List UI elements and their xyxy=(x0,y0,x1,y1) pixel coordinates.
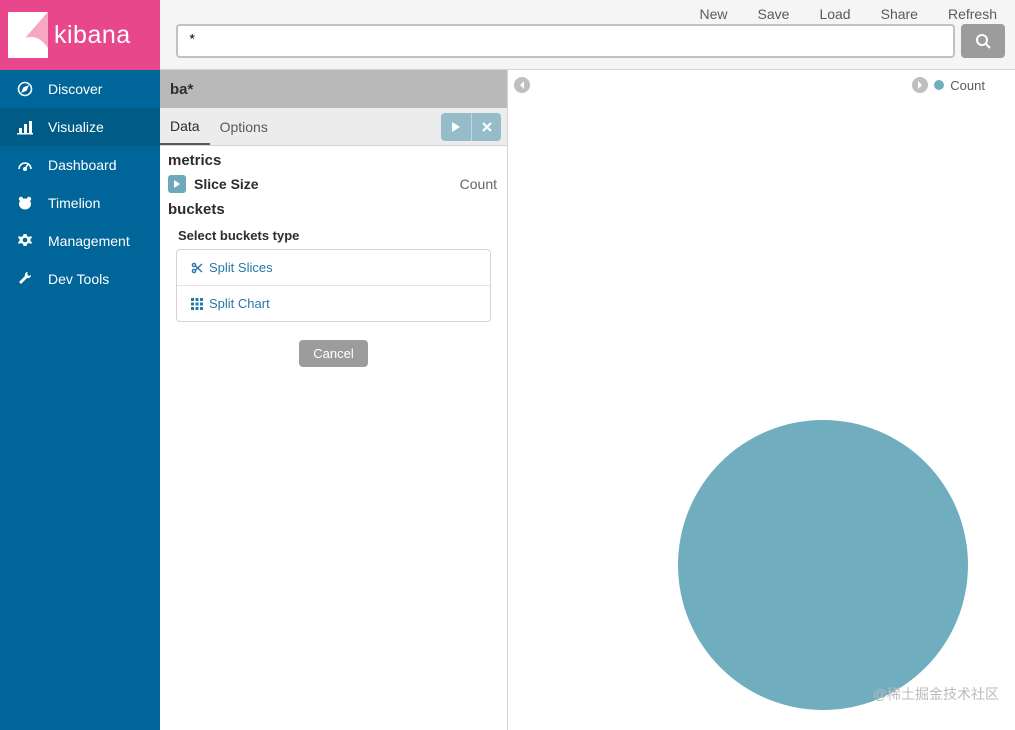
legend-label[interactable]: Count xyxy=(950,78,985,93)
nav-item-devtools[interactable]: Dev Tools xyxy=(0,260,160,298)
nav-label: Dashboard xyxy=(48,157,117,173)
collapse-legend-button[interactable] xyxy=(912,77,928,93)
nav-label: Visualize xyxy=(48,119,104,135)
visualization-area: Count @稀土掘金技术社区 xyxy=(508,70,1015,730)
search-input[interactable] xyxy=(188,33,943,49)
chevron-right-icon xyxy=(916,81,924,89)
watermark: @稀土掘金技术社区 xyxy=(873,684,999,704)
buckets-heading: buckets xyxy=(168,201,501,218)
metrics-heading: metrics xyxy=(168,152,501,169)
bucket-option-label: Split Slices xyxy=(209,260,273,275)
grid-icon xyxy=(191,298,203,310)
tab-data[interactable]: Data xyxy=(160,108,210,145)
search-icon xyxy=(975,33,991,49)
wrench-icon xyxy=(16,271,34,287)
bucket-split-chart[interactable]: Split Chart xyxy=(177,285,490,321)
panel-title: ba* xyxy=(170,81,193,98)
nav-item-dashboard[interactable]: Dashboard xyxy=(0,146,160,184)
action-new[interactable]: New xyxy=(700,6,728,22)
collapse-panel-button[interactable] xyxy=(514,77,530,93)
apply-button[interactable] xyxy=(441,113,471,141)
nav-label: Discover xyxy=(48,81,102,97)
dashboard-icon xyxy=(16,157,34,173)
nav-item-timelion[interactable]: Timelion xyxy=(0,184,160,222)
legend: Count xyxy=(912,77,985,93)
topbar: New Save Load Share Refresh xyxy=(160,0,1015,70)
action-share[interactable]: Share xyxy=(881,6,918,22)
bucket-option-label: Split Chart xyxy=(209,296,270,311)
metric-value: Count xyxy=(460,176,497,192)
nav-item-management[interactable]: Management xyxy=(0,222,160,260)
panel-header: ba* xyxy=(160,70,507,108)
action-save[interactable]: Save xyxy=(758,6,790,22)
discard-button[interactable] xyxy=(471,113,501,141)
search-input-wrap[interactable] xyxy=(176,24,955,58)
brand-name: kibana xyxy=(54,21,131,50)
bucket-list: Split Slices Split Chart xyxy=(176,249,491,322)
nav-label: Timelion xyxy=(48,195,100,211)
config-panel: ba* Data Options xyxy=(160,70,508,730)
nav-item-visualize[interactable]: Visualize xyxy=(0,108,160,146)
sidebar: kibana Discover Visualize Dashboard Time… xyxy=(0,0,160,730)
chart-icon xyxy=(16,119,34,135)
nav-item-discover[interactable]: Discover xyxy=(0,70,160,108)
gear-icon xyxy=(16,233,34,249)
brand-header[interactable]: kibana xyxy=(0,0,160,70)
select-buckets-label: Select buckets type xyxy=(178,228,501,243)
bucket-split-slices[interactable]: Split Slices xyxy=(177,250,490,285)
expand-icon xyxy=(168,175,186,193)
bear-icon xyxy=(16,195,34,211)
nav-label: Dev Tools xyxy=(48,271,109,287)
chevron-left-icon xyxy=(518,81,526,89)
nav-label: Management xyxy=(48,233,130,249)
cancel-button[interactable]: Cancel xyxy=(299,340,367,367)
metric-label: Slice Size xyxy=(194,176,259,192)
compass-icon xyxy=(16,81,34,97)
search-button[interactable] xyxy=(961,24,1005,58)
tab-options[interactable]: Options xyxy=(210,108,278,145)
action-load[interactable]: Load xyxy=(819,6,850,22)
scissors-icon xyxy=(191,262,203,274)
pie-chart[interactable] xyxy=(678,420,968,710)
legend-swatch xyxy=(934,80,944,90)
action-refresh[interactable]: Refresh xyxy=(948,6,997,22)
close-icon xyxy=(482,122,492,132)
play-icon xyxy=(451,122,461,132)
kibana-logo-icon xyxy=(8,12,48,58)
metric-row[interactable]: Slice Size Count xyxy=(168,175,497,193)
